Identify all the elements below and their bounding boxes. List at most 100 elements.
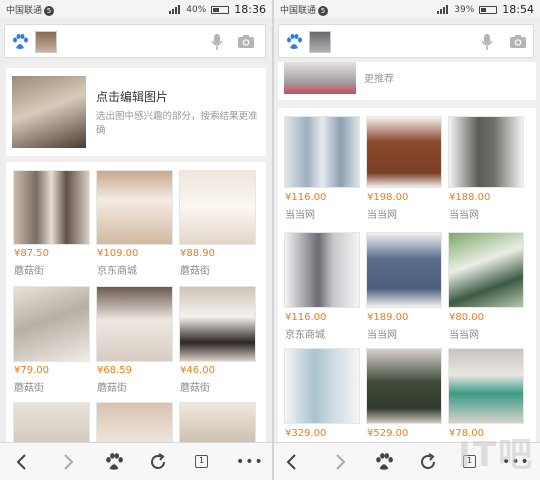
product-shop: 当当网 (449, 330, 479, 341)
signal-icon (437, 5, 449, 14)
product-shop: 当当网 (449, 210, 479, 221)
refresh-icon[interactable] (148, 452, 168, 472)
right-phone-screen: 中国联通 5 39% 18:54 更推荐 ¥116.00 当当网 ¥198.00… (274, 0, 540, 480)
baidu-paw-icon[interactable] (285, 33, 303, 51)
product-price: ¥109.00 (97, 248, 139, 259)
product-item[interactable]: ¥79.00 蘑菇街 (13, 286, 90, 394)
tabs-icon[interactable]: 1 (192, 452, 212, 472)
microphone-icon[interactable] (211, 33, 223, 51)
product-image[interactable] (448, 348, 524, 424)
product-image[interactable] (13, 170, 90, 245)
product-image[interactable] (96, 170, 173, 245)
product-price: ¥88.90 (180, 248, 215, 259)
carrier-badge: 5 (44, 6, 55, 16)
product-price: ¥198.00 (367, 192, 409, 203)
product-price: ¥68.59 (97, 365, 132, 376)
product-image[interactable] (366, 116, 442, 188)
status-indicators: 39% 18:54 (437, 3, 534, 16)
tabs-count: 1 (195, 455, 208, 468)
baidu-paw-icon[interactable] (104, 452, 124, 472)
battery-icon (479, 5, 498, 14)
left-phone-screen: 中国联通 5 40% 18:36 点击编辑图片 选出图中感兴趣的部分，搜索结果更… (0, 0, 272, 480)
product-item[interactable]: ¥198.00 当当网 (366, 116, 442, 221)
chevron-right-icon[interactable] (330, 452, 350, 472)
edit-image-card[interactable]: 点击编辑图片 选出图中感兴趣的部分，搜索结果更准确 (6, 68, 266, 156)
product-image[interactable] (448, 116, 524, 188)
product-item[interactable]: ¥188.00 当当网 (448, 116, 524, 221)
product-item[interactable]: ¥109.00 京东商城 (96, 170, 173, 277)
product-item[interactable]: ¥46.00 蘑菇街 (179, 286, 256, 394)
product-item[interactable]: ¥329.00 (284, 348, 360, 444)
product-item[interactable]: ¥80.00 当当网 (448, 232, 524, 341)
product-item[interactable]: ¥88.90 蘑菇街 (179, 170, 256, 277)
chevron-left-icon[interactable] (282, 452, 302, 472)
query-image[interactable] (12, 76, 86, 148)
edit-image-title[interactable]: 点击编辑图片 (96, 88, 168, 105)
product-item[interactable]: ¥68.59 蘑菇街 (96, 286, 173, 394)
battery-percent: 39% (454, 4, 475, 15)
product-image[interactable] (284, 232, 360, 308)
status-indicators: 40% 18:36 (169, 3, 266, 16)
edit-image-card[interactable]: 更推荐 (278, 62, 536, 100)
product-price: ¥189.00 (367, 312, 409, 323)
product-item[interactable]: ¥87.50 蘑菇街 (13, 170, 90, 277)
image-search-bar[interactable] (4, 24, 266, 58)
query-image[interactable] (284, 62, 356, 94)
product-shop: 当当网 (285, 210, 315, 221)
baidu-paw-icon[interactable] (374, 452, 394, 472)
product-image[interactable] (448, 232, 524, 308)
product-shop: 蘑菇街 (180, 383, 210, 394)
product-item[interactable]: ¥116.00 京东商城 (284, 232, 360, 341)
more-icon[interactable]: ••• (236, 452, 263, 472)
product-shop: 蘑菇街 (97, 383, 127, 394)
product-shop: 蘑菇街 (180, 266, 210, 277)
query-image-thumbnail[interactable] (309, 31, 331, 53)
refresh-icon[interactable] (418, 452, 438, 472)
results-card: ¥116.00 当当网 ¥198.00 当当网 ¥188.00 当当网 ¥116… (278, 108, 536, 448)
product-shop: 当当网 (367, 330, 397, 341)
product-image[interactable] (13, 286, 90, 362)
edit-image-hint: 选出图中感兴趣的部分，搜索结果更准确 (96, 111, 258, 136)
screenshot-comparison: 中国联通 5 40% 18:36 点击编辑图片 选出图中感兴趣的部分，搜索结果更… (0, 0, 540, 480)
results-card: ¥87.50 蘑菇街 ¥109.00 京东商城 ¥88.90 蘑菇街 ¥79.0… (6, 162, 266, 452)
carrier-badge: 5 (318, 6, 329, 16)
chevron-right-icon[interactable] (58, 452, 78, 472)
status-bar: 中国联通 5 39% 18:54 (274, 0, 540, 18)
microphone-icon[interactable] (481, 33, 493, 51)
battery-percent: 40% (186, 4, 207, 15)
image-search-bar[interactable] (278, 24, 534, 58)
product-image[interactable] (284, 116, 360, 188)
camera-icon[interactable] (509, 34, 527, 49)
product-item[interactable]: ¥189.00 当当网 (366, 232, 442, 341)
status-bar: 中国联通 5 40% 18:36 (0, 0, 272, 18)
product-image[interactable] (366, 232, 442, 308)
product-item[interactable]: ¥529.00 (366, 348, 442, 444)
product-price: ¥79.00 (14, 365, 49, 376)
product-image[interactable] (179, 286, 256, 362)
product-price: ¥46.00 (180, 365, 215, 376)
camera-icon[interactable] (237, 34, 255, 49)
carrier: 中国联通 5 (6, 3, 55, 16)
baidu-paw-icon[interactable] (11, 33, 29, 51)
product-image[interactable] (284, 348, 360, 424)
product-shop: 当当网 (367, 210, 397, 221)
signal-icon (169, 5, 181, 14)
carrier-name: 中国联通 (6, 6, 43, 16)
product-shop: 蘑菇街 (14, 383, 44, 394)
product-price: ¥188.00 (449, 192, 491, 203)
edit-image-hint: 更推荐 (364, 74, 394, 85)
product-shop: 蘑菇街 (14, 266, 44, 277)
product-shop: 京东商城 (97, 266, 137, 277)
watermark-logo: IT吧 (458, 435, 534, 475)
browser-toolbar: 1 ••• (0, 442, 272, 480)
product-image[interactable] (179, 170, 256, 245)
product-item[interactable]: ¥116.00 当当网 (284, 116, 360, 221)
product-image[interactable] (366, 348, 442, 424)
chevron-left-icon[interactable] (12, 452, 32, 472)
product-image[interactable] (96, 286, 173, 362)
clock: 18:54 (502, 3, 534, 16)
query-image-thumbnail[interactable] (35, 31, 57, 53)
product-price: ¥329.00 (285, 428, 327, 439)
carrier-name: 中国联通 (280, 6, 317, 16)
product-price: ¥87.50 (14, 248, 49, 259)
